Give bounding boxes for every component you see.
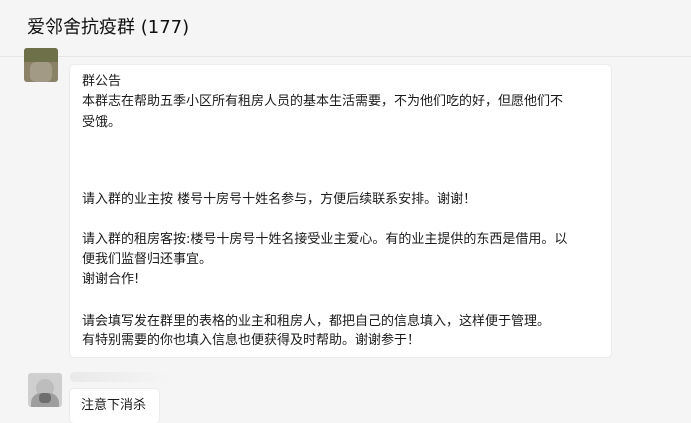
notice-line: 有特别需要的你也填入信息也便获得及时帮助。谢谢参于！	[82, 333, 421, 348]
notice-line: 本群志在帮助五季小区所有租房人员的基本生活需要，不为他们吃的好，但愿他们不	[82, 94, 564, 109]
avatar[interactable]	[24, 48, 58, 82]
sender-name-blurred	[70, 372, 170, 382]
notice-line: 请入群的业主按 楼号十房号十姓名参与，方便后续联系安排。谢谢！	[82, 192, 477, 207]
notice-line: 受饿。	[82, 115, 122, 130]
notice-line: 便我们监督归还事宜。	[82, 252, 213, 267]
notice-line: 请会填写发在群里的表格的业主和租房人，都把自己的信息填入，这样便于管理。	[82, 314, 551, 329]
notice-line: 谢谢合作!	[82, 272, 140, 287]
chat-header: 爱邻舍抗疫群 (177)	[0, 0, 691, 57]
avatar[interactable]	[28, 373, 62, 407]
message-text: 注意下消杀	[81, 398, 147, 413]
chat-title[interactable]: 爱邻舍抗疫群 (177)	[27, 17, 189, 39]
notice-line: 请入群的租房客按:楼号十房号十姓名接受业主爱心。有的业主提供的东西是借用。以	[82, 232, 568, 247]
avatar-image	[30, 62, 52, 82]
group-notice-bubble[interactable]: 群公告 本群志在帮助五季小区所有租房人员的基本生活需要，不为他们吃的好，但愿他们…	[70, 65, 611, 357]
avatar-image	[24, 48, 58, 62]
avatar-image	[39, 393, 51, 403]
message-bubble[interactable]: 注意下消杀	[70, 389, 159, 423]
notice-heading: 群公告	[82, 74, 122, 89]
